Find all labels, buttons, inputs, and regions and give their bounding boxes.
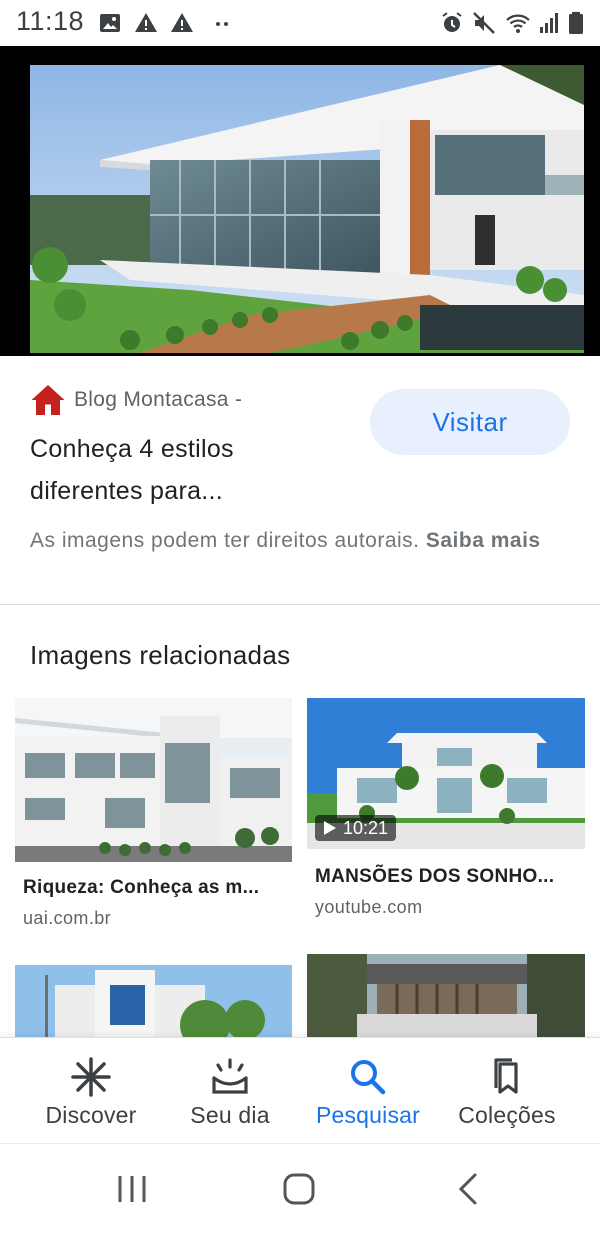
warning-icon [171, 13, 193, 32]
nav-label: Seu dia [190, 1102, 270, 1128]
system-navigation-bar [0, 1143, 600, 1233]
result-title-line: Conheça 4 estilos [30, 435, 234, 463]
bottom-navigation: Discover Seu dia Pesquisar Coleções [0, 1037, 600, 1143]
nav-colecoes[interactable]: Coleções [432, 1038, 582, 1144]
related-image-3[interactable] [15, 965, 292, 1037]
asterisk-icon [71, 1057, 111, 1097]
bookmark-copy-icon [494, 1058, 518, 1094]
nav-pesquisar[interactable]: Pesquisar [293, 1038, 443, 1144]
related-title[interactable]: MANSÕES DOS SONHO... [315, 866, 554, 888]
nav-label: Pesquisar [315, 1102, 421, 1128]
warning-icon [135, 13, 157, 32]
more-dots-icon [216, 22, 228, 26]
divider [0, 604, 600, 605]
home-icon[interactable] [282, 1172, 316, 1206]
back-icon[interactable] [456, 1172, 480, 1206]
related-source: uai.com.br [23, 908, 112, 928]
copyright-text: As imagens podem ter direitos autorais. [30, 529, 420, 552]
hero-image[interactable] [30, 65, 584, 353]
status-time: 11:18 [16, 6, 85, 36]
learn-more-link[interactable]: Saiba mais [426, 529, 541, 552]
related-images-heading: Imagens relacionadas [30, 640, 291, 670]
signal-icon [540, 13, 558, 33]
result-title[interactable]: Conheça 4 estilos diferentes para... [30, 428, 350, 512]
sunrise-icon [212, 1058, 248, 1094]
video-duration: 10:21 [343, 817, 389, 838]
wifi-icon [506, 14, 530, 33]
alarm-icon [442, 12, 462, 32]
house-icon [31, 385, 65, 415]
related-image-2[interactable]: 10:21 [307, 698, 585, 849]
search-icon [351, 1060, 386, 1095]
site-attribution[interactable]: Blog Montacasa - [30, 382, 242, 418]
site-name: Blog Montacasa - [74, 388, 243, 411]
image-icon [100, 14, 120, 32]
nav-seu-dia[interactable]: Seu dia [155, 1038, 305, 1144]
recent-apps-icon[interactable] [114, 1173, 150, 1205]
result-title-line: diferentes para... [30, 477, 224, 505]
mute-icon [473, 12, 495, 34]
nav-label: Discover [45, 1102, 137, 1128]
related-image-4[interactable] [307, 954, 585, 1037]
related-image-1[interactable] [15, 698, 292, 862]
nav-discover[interactable]: Discover [16, 1038, 166, 1144]
status-bar: 11:18 [0, 0, 600, 46]
related-title[interactable]: Riqueza: Conheça as m... [23, 877, 259, 899]
video-duration-badge: 10:21 [315, 815, 397, 841]
visit-button[interactable]: Visitar [370, 389, 570, 455]
hero-image-frame [0, 46, 600, 356]
play-icon [324, 821, 336, 835]
nav-label: Coleções [458, 1102, 556, 1128]
battery-icon [569, 12, 583, 34]
related-source: youtube.com [315, 897, 423, 917]
copyright-notice: As imagens podem ter direitos autorais. … [30, 524, 575, 557]
